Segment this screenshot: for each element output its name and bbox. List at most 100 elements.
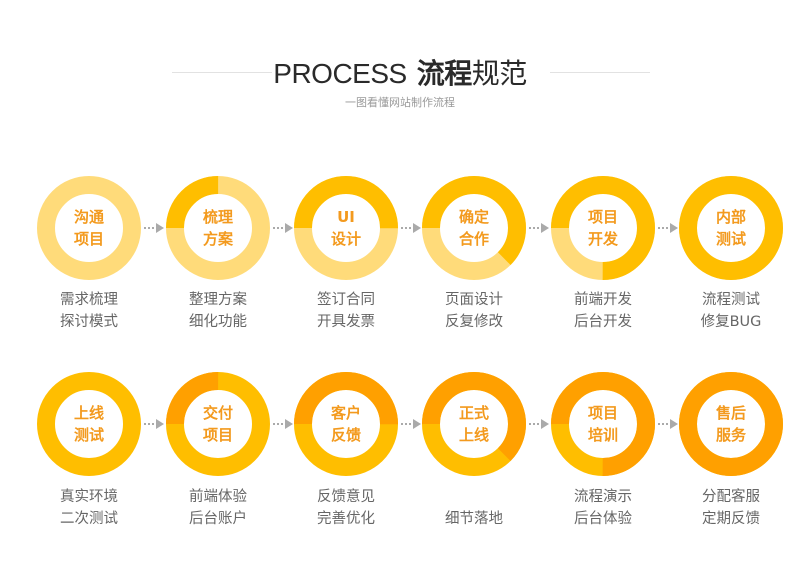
step-label-line: 上线 [73, 404, 104, 422]
arrow-right-icon [529, 419, 549, 429]
step-description-line: 后台账户 [189, 511, 247, 527]
step-description-line: 完善优化 [317, 511, 375, 527]
step-label-line: UI [337, 208, 355, 226]
step-description: 需求梳理 探讨模式 [24, 289, 154, 333]
step-label-line: 培训 [587, 426, 618, 444]
step-label: 内部 测试 [679, 176, 783, 280]
arrow-right-icon [273, 419, 293, 429]
page-title: PROCESS 流程规范 [0, 52, 800, 92]
step-label: 正式 上线 [422, 372, 526, 476]
header: PROCESS 流程规范 一图看懂网站制作流程 [0, 0, 800, 120]
step-label-line: 客户 [330, 404, 361, 422]
step-label-line: 上线 [458, 426, 489, 444]
step-label-line: 内部 [715, 208, 746, 226]
step-description-line: 细节落地 [445, 511, 503, 527]
step-label-line: 交付 [202, 404, 233, 422]
step-label: 上线 测试 [37, 372, 141, 476]
arrow-right-icon [144, 223, 164, 233]
title-english: PROCESS [273, 58, 407, 89]
step-ring: 沟通 项目 [37, 176, 141, 280]
step-ring: 上线 测试 [37, 372, 141, 476]
step-description: 反馈意见 完善优化 [281, 486, 411, 530]
arrow-right-icon [401, 223, 421, 233]
step-description-line: 分配客服 [702, 489, 760, 505]
step-description-line: 后台开发 [574, 314, 632, 330]
step-label-line: 开发 [587, 230, 618, 248]
step-ring: 项目 开发 [551, 176, 655, 280]
step-description-line: 前端开发 [574, 292, 632, 308]
step-label-line: 沟通 [73, 208, 104, 226]
step-ring: 正式 上线 [422, 372, 526, 476]
arrow-right-icon [144, 419, 164, 429]
step-label-line: 反馈 [330, 426, 361, 444]
step-description: 真实环境 二次测试 [24, 486, 154, 530]
step-description-line: 开具发票 [317, 314, 375, 330]
step-description-line: 细化功能 [189, 314, 247, 330]
step-label-line: 确定 [458, 208, 489, 226]
step-label: UI 设计 [294, 176, 398, 280]
step-description: 流程演示 后台体验 [538, 486, 668, 530]
step-label: 交付 项目 [166, 372, 270, 476]
arrow-right-icon [401, 419, 421, 429]
step-label: 客户 反馈 [294, 372, 398, 476]
step-description: 页面设计 反复修改 [409, 289, 539, 333]
step-ring: 项目 培训 [551, 372, 655, 476]
step-label-line: 项目 [587, 208, 618, 226]
step-description-line: 后台体验 [574, 511, 632, 527]
step-label-line: 项目 [202, 426, 233, 444]
step-description-line: 反馈意见 [317, 489, 375, 505]
arrow-right-icon [658, 223, 678, 233]
step-label-line: 项目 [73, 230, 104, 248]
step-label-line: 梳理 [202, 208, 233, 226]
step-label: 项目 培训 [551, 372, 655, 476]
step-ring: 梳理 方案 [166, 176, 270, 280]
title-divider-right [550, 72, 650, 73]
step-description: 分配客服 定期反馈 [666, 486, 796, 530]
step-description-line: 定期反馈 [702, 511, 760, 527]
step-description-line: 流程测试 [702, 292, 760, 308]
step-description-line: 二次测试 [60, 511, 118, 527]
arrow-right-icon [529, 223, 549, 233]
step-description-line [409, 486, 539, 508]
step-label: 售后 服务 [679, 372, 783, 476]
step-label-line: 测试 [715, 230, 746, 248]
step-description-line: 反复修改 [445, 314, 503, 330]
step-description-line: 前端体验 [189, 489, 247, 505]
step-label-line: 方案 [202, 230, 233, 248]
step-label: 沟通 项目 [37, 176, 141, 280]
step-label: 确定 合作 [422, 176, 526, 280]
step-description-line: 页面设计 [445, 292, 503, 308]
step-description-line: 流程演示 [574, 489, 632, 505]
step-description: 细节落地 [409, 486, 539, 530]
step-label-line: 项目 [587, 404, 618, 422]
step-ring: UI 设计 [294, 176, 398, 280]
step-label: 梳理 方案 [166, 176, 270, 280]
step-description-line: 探讨模式 [60, 314, 118, 330]
step-description: 整理方案 细化功能 [153, 289, 283, 333]
arrow-right-icon [658, 419, 678, 429]
step-description-line: 签订合同 [317, 292, 375, 308]
step-description: 前端体验 后台账户 [153, 486, 283, 530]
step-label-line: 服务 [715, 426, 746, 444]
step-ring: 交付 项目 [166, 372, 270, 476]
step-description: 前端开发 后台开发 [538, 289, 668, 333]
step-label-line: 合作 [458, 230, 489, 248]
step-label-line: 正式 [458, 404, 489, 422]
step-label: 项目 开发 [551, 176, 655, 280]
title-chinese-bold: 流程 [416, 57, 473, 90]
step-description-line: 真实环境 [60, 489, 118, 505]
step-ring: 内部 测试 [679, 176, 783, 280]
step-label-line: 设计 [330, 230, 361, 248]
page-subtitle: 一图看懂网站制作流程 [345, 96, 455, 109]
step-label-line: 测试 [73, 426, 104, 444]
step-description-line: 修复BUG [700, 314, 762, 330]
step-description: 签订合同 开具发票 [281, 289, 411, 333]
step-description-line: 需求梳理 [60, 292, 118, 308]
step-ring: 确定 合作 [422, 176, 526, 280]
step-ring: 客户 反馈 [294, 372, 398, 476]
title-chinese-normal: 规范 [471, 57, 528, 90]
step-ring: 售后 服务 [679, 372, 783, 476]
step-description: 流程测试修复BUG [666, 289, 796, 333]
step-label-line: 售后 [715, 404, 746, 422]
arrow-right-icon [273, 223, 293, 233]
